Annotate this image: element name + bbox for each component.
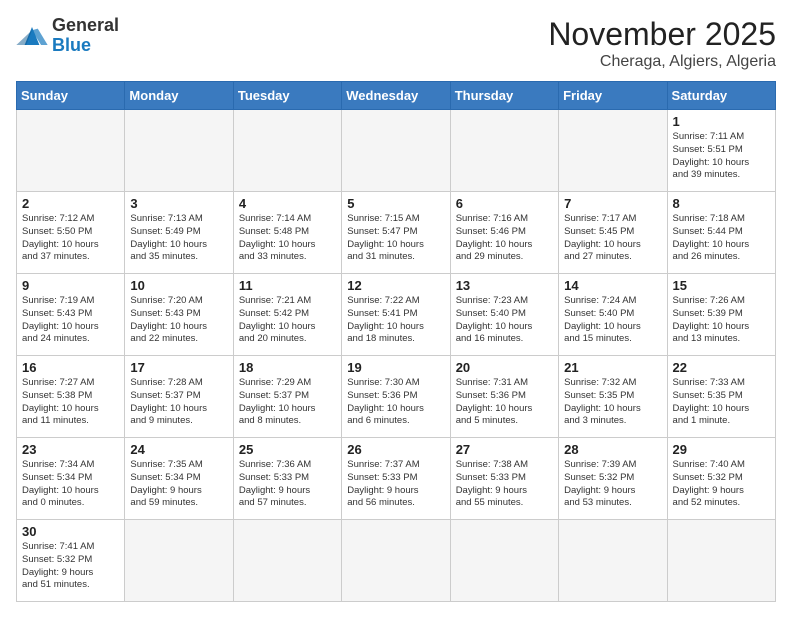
day-24: 24 Sunrise: 7:35 AM Sunset: 5:34 PM Dayl…: [125, 438, 233, 520]
header-saturday: Saturday: [667, 82, 775, 110]
day-23: 23 Sunrise: 7:34 AM Sunset: 5:34 PM Dayl…: [17, 438, 125, 520]
day-8: 8 Sunrise: 7:18 AM Sunset: 5:44 PM Dayli…: [667, 192, 775, 274]
logo-text: GeneralBlue: [52, 16, 119, 56]
day-20: 20 Sunrise: 7:31 AM Sunset: 5:36 PM Dayl…: [450, 356, 558, 438]
header-wednesday: Wednesday: [342, 82, 450, 110]
header-monday: Monday: [125, 82, 233, 110]
empty-cell: [233, 110, 341, 192]
day-26: 26 Sunrise: 7:37 AM Sunset: 5:33 PM Dayl…: [342, 438, 450, 520]
logo: GeneralBlue: [16, 16, 119, 56]
week-row-6: 30 Sunrise: 7:41 AM Sunset: 5:32 PM Dayl…: [17, 520, 776, 602]
day-30: 30 Sunrise: 7:41 AM Sunset: 5:32 PM Dayl…: [17, 520, 125, 602]
title-block: November 2025 Cheraga, Algiers, Algeria: [548, 16, 776, 71]
week-row-4: 16 Sunrise: 7:27 AM Sunset: 5:38 PM Dayl…: [17, 356, 776, 438]
empty-cell: [125, 520, 233, 602]
day-29: 29 Sunrise: 7:40 AM Sunset: 5:32 PM Dayl…: [667, 438, 775, 520]
weekday-header-row: Sunday Monday Tuesday Wednesday Thursday…: [17, 82, 776, 110]
header-tuesday: Tuesday: [233, 82, 341, 110]
empty-cell: [233, 520, 341, 602]
empty-cell: [342, 110, 450, 192]
day-7: 7 Sunrise: 7:17 AM Sunset: 5:45 PM Dayli…: [559, 192, 667, 274]
logo-icon: [16, 22, 48, 50]
day-28: 28 Sunrise: 7:39 AM Sunset: 5:32 PM Dayl…: [559, 438, 667, 520]
day-27: 27 Sunrise: 7:38 AM Sunset: 5:33 PM Dayl…: [450, 438, 558, 520]
week-row-3: 9 Sunrise: 7:19 AM Sunset: 5:43 PM Dayli…: [17, 274, 776, 356]
day-10: 10 Sunrise: 7:20 AM Sunset: 5:43 PM Dayl…: [125, 274, 233, 356]
empty-cell: [450, 110, 558, 192]
day-12: 12 Sunrise: 7:22 AM Sunset: 5:41 PM Dayl…: [342, 274, 450, 356]
header-friday: Friday: [559, 82, 667, 110]
empty-cell: [125, 110, 233, 192]
day-14: 14 Sunrise: 7:24 AM Sunset: 5:40 PM Dayl…: [559, 274, 667, 356]
empty-cell: [342, 520, 450, 602]
week-row-5: 23 Sunrise: 7:34 AM Sunset: 5:34 PM Dayl…: [17, 438, 776, 520]
day-21: 21 Sunrise: 7:32 AM Sunset: 5:35 PM Dayl…: [559, 356, 667, 438]
week-row-1: 1 Sunrise: 7:11 AM Sunset: 5:51 PM Dayli…: [17, 110, 776, 192]
day-5: 5 Sunrise: 7:15 AM Sunset: 5:47 PM Dayli…: [342, 192, 450, 274]
empty-cell: [450, 520, 558, 602]
day-13: 13 Sunrise: 7:23 AM Sunset: 5:40 PM Dayl…: [450, 274, 558, 356]
day-3: 3 Sunrise: 7:13 AM Sunset: 5:49 PM Dayli…: [125, 192, 233, 274]
day-4: 4 Sunrise: 7:14 AM Sunset: 5:48 PM Dayli…: [233, 192, 341, 274]
header-thursday: Thursday: [450, 82, 558, 110]
empty-cell: [667, 520, 775, 602]
day-9: 9 Sunrise: 7:19 AM Sunset: 5:43 PM Dayli…: [17, 274, 125, 356]
day-22: 22 Sunrise: 7:33 AM Sunset: 5:35 PM Dayl…: [667, 356, 775, 438]
day-16: 16 Sunrise: 7:27 AM Sunset: 5:38 PM Dayl…: [17, 356, 125, 438]
week-row-2: 2 Sunrise: 7:12 AM Sunset: 5:50 PM Dayli…: [17, 192, 776, 274]
day-17: 17 Sunrise: 7:28 AM Sunset: 5:37 PM Dayl…: [125, 356, 233, 438]
day-6: 6 Sunrise: 7:16 AM Sunset: 5:46 PM Dayli…: [450, 192, 558, 274]
day-11: 11 Sunrise: 7:21 AM Sunset: 5:42 PM Dayl…: [233, 274, 341, 356]
day-2: 2 Sunrise: 7:12 AM Sunset: 5:50 PM Dayli…: [17, 192, 125, 274]
empty-cell: [559, 110, 667, 192]
day-1: 1 Sunrise: 7:11 AM Sunset: 5:51 PM Dayli…: [667, 110, 775, 192]
header-sunday: Sunday: [17, 82, 125, 110]
empty-cell: [17, 110, 125, 192]
day-25: 25 Sunrise: 7:36 AM Sunset: 5:33 PM Dayl…: [233, 438, 341, 520]
calendar-table: Sunday Monday Tuesday Wednesday Thursday…: [16, 81, 776, 602]
page-header: GeneralBlue November 2025 Cheraga, Algie…: [16, 16, 776, 71]
empty-cell: [559, 520, 667, 602]
day-15: 15 Sunrise: 7:26 AM Sunset: 5:39 PM Dayl…: [667, 274, 775, 356]
month-title: November 2025: [548, 16, 776, 53]
day-18: 18 Sunrise: 7:29 AM Sunset: 5:37 PM Dayl…: [233, 356, 341, 438]
location-title: Cheraga, Algiers, Algeria: [548, 53, 776, 71]
day-19: 19 Sunrise: 7:30 AM Sunset: 5:36 PM Dayl…: [342, 356, 450, 438]
